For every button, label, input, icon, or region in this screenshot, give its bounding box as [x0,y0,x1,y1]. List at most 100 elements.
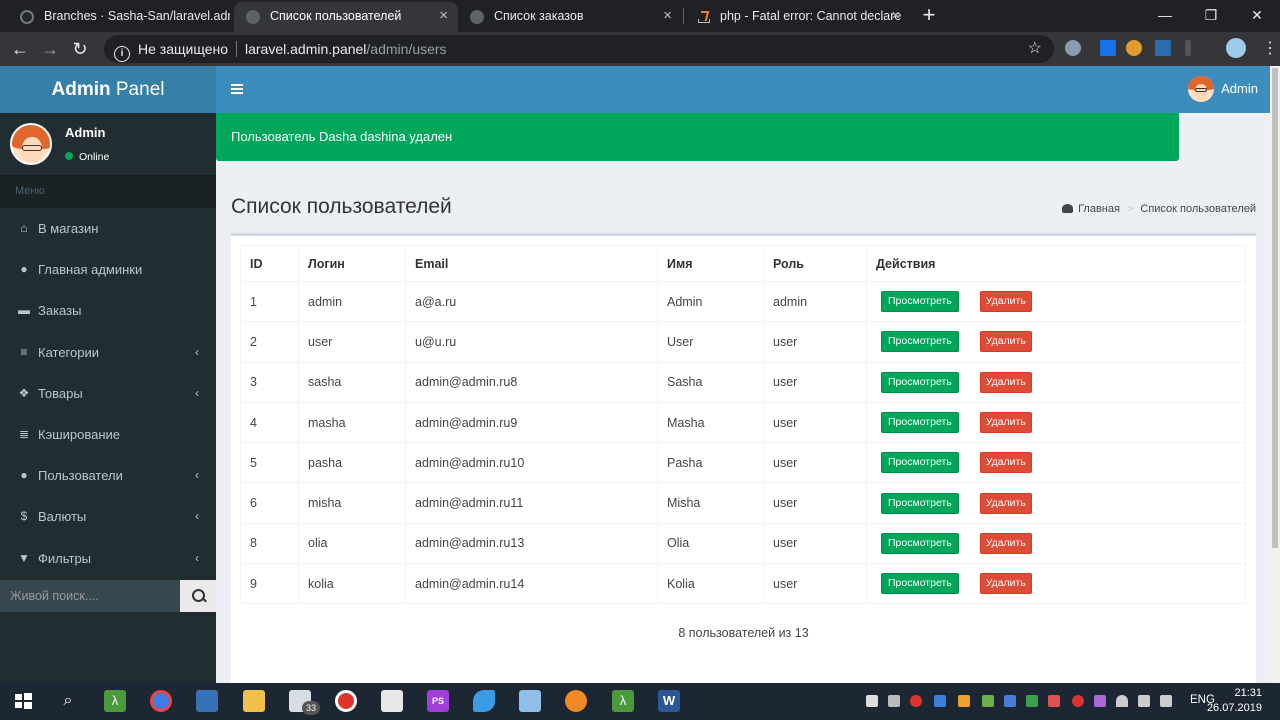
sidebar-item-products[interactable]: ❖ Товары ‹ [0,373,216,414]
tray-icon[interactable] [1094,695,1106,707]
sidebar-item-shop[interactable]: ⌂ В магазин [0,208,216,249]
sidebar-item-categories[interactable]: ≡ Категории ‹ [0,332,216,373]
scrollbar-thumb[interactable] [1272,68,1278,548]
logo-light: Panel [110,79,165,100]
new-tab-button[interactable]: + [918,4,940,26]
wifi-icon[interactable] [1116,695,1128,707]
logo[interactable]: Admin Panel [0,66,216,113]
delete-button[interactable]: Удалить [979,331,1032,353]
app-icon[interactable] [519,690,541,712]
tray-icon[interactable] [910,695,922,707]
delete-button[interactable]: Удалить [979,371,1032,393]
delete-button[interactable]: Удалить [979,492,1032,514]
tab-branches[interactable]: Branches · Sasha-San/laravel.adm [8,2,230,32]
tray-icon[interactable] [1026,695,1038,707]
cookie-extension-icon[interactable] [1126,40,1142,56]
view-button[interactable]: Просмотреть [881,452,959,474]
tab-orders-list[interactable]: Список заказов × [458,2,682,32]
tray-icon[interactable] [888,695,900,707]
extension-icon[interactable] [1185,40,1191,56]
bookmark-star-icon[interactable]: ☆ [1028,35,1042,63]
view-button[interactable]: Просмотреть [881,371,959,393]
close-window-button[interactable]: ✕ [1234,0,1280,30]
tab-title: Список заказов [494,9,584,23]
phpstorm-icon[interactable]: PS [427,690,449,712]
search-icon[interactable]: ⌕ [57,690,79,712]
extension-icon[interactable] [1155,40,1171,56]
close-tab-icon[interactable]: × [663,2,672,30]
cell-id: 6 [240,482,299,524]
tray-icon[interactable] [958,695,970,707]
sidebar-item-cache[interactable]: ≣ Кэширование [0,414,216,455]
tab-users-list[interactable]: Список пользователей × [234,2,458,32]
cell-id: 5 [240,442,299,484]
windows-taskbar: ⌕ λ 33 PS λ W ENG 21:31 26.07.2019 [0,683,1280,720]
view-button[interactable]: Просмотреть [881,492,959,514]
close-tab-icon[interactable]: × [891,2,900,30]
success-alert: Пользователь Dasha dashina удален [216,113,1179,161]
extension-icon[interactable] [1065,40,1081,56]
user-menu[interactable]: Admin [1188,76,1258,102]
sidebar-item-filters[interactable]: ▼ Фильтры ‹ [0,538,216,579]
chrome-icon[interactable] [150,690,172,712]
view-button[interactable]: Просмотреть [881,573,959,595]
reload-icon[interactable]: ↻ [68,37,92,61]
battery-icon[interactable] [1160,695,1172,707]
chrome-menu-icon[interactable]: ⋮ [1262,38,1278,58]
delete-button[interactable]: Удалить [979,573,1032,595]
clock[interactable]: 21:31 26.07.2019 [1207,686,1262,716]
tab-php-error[interactable]: php - Fatal error: Cannot declare × [684,2,910,32]
view-button[interactable]: Просмотреть [881,532,959,554]
word-icon[interactable]: W [658,690,680,712]
store-icon[interactable] [196,690,218,712]
delete-button[interactable]: Удалить [979,452,1032,474]
home-icon: ⌂ [20,221,28,235]
forward-arrow-icon[interactable]: → [38,37,62,61]
app-icon[interactable] [473,690,495,712]
maximize-button[interactable]: ❐ [1188,0,1234,30]
cmder-icon[interactable]: λ [104,690,126,712]
delete-button[interactable]: Удалить [979,291,1032,313]
tray-icon[interactable] [1072,695,1084,707]
view-button[interactable]: Просмотреть [881,331,959,353]
page-scrollbar[interactable] [1270,66,1280,683]
extension-icon[interactable] [1100,40,1116,56]
cmder-icon[interactable]: λ [612,690,634,712]
back-arrow-icon[interactable]: ← [8,37,32,61]
live-search-input[interactable]: Живой поиск.... [0,580,180,612]
address-bar[interactable]: i Не защищено laravel.admin.panel/admin/us… [104,35,1054,63]
profile-avatar[interactable] [1226,38,1246,58]
delete-button[interactable]: Удалить [979,412,1032,434]
cell-name: Admin [657,280,764,323]
sidebar-item-currencies[interactable]: $ Валюты ‹ [0,496,216,537]
delete-button[interactable]: Удалить [979,532,1032,554]
tray-icon[interactable] [1004,695,1016,707]
record-icon[interactable] [335,690,357,712]
close-tab-icon[interactable]: × [439,2,448,30]
sidebar-item-orders[interactable]: ▬ Заказы [0,290,216,331]
info-icon[interactable]: i [114,46,130,62]
minimize-button[interactable]: — [1142,0,1188,30]
explorer-icon[interactable] [243,690,265,712]
cell-id: 2 [240,321,299,363]
bluetooth-icon[interactable] [934,695,946,707]
sidebar-item-admin-home[interactable]: ● Главная админки [0,249,216,290]
search-button[interactable] [180,580,216,612]
cell-email: admin@admin.ru13 [405,522,658,565]
sidebar-item-users[interactable]: ● Пользователи ‹ [0,455,216,496]
view-button[interactable]: Просмотреть [881,412,959,434]
sidebar-toggle-icon[interactable] [231,84,243,94]
app-icon[interactable] [565,690,587,712]
breadcrumb-home[interactable]: Главная [1078,203,1120,215]
dashboard-icon [1062,204,1074,213]
cell-id: 8 [240,522,299,565]
tray-icon[interactable] [866,695,878,707]
tray-icon[interactable] [1048,695,1060,707]
globe-icon [246,10,260,24]
windows-start-icon[interactable] [12,690,34,712]
tab-title: Branches · Sasha-San/laravel.adm [44,9,230,23]
view-button[interactable]: Просмотреть [881,291,959,313]
code-editor-icon[interactable] [381,690,403,712]
tray-icon[interactable] [982,695,994,707]
volume-icon[interactable] [1138,695,1150,707]
